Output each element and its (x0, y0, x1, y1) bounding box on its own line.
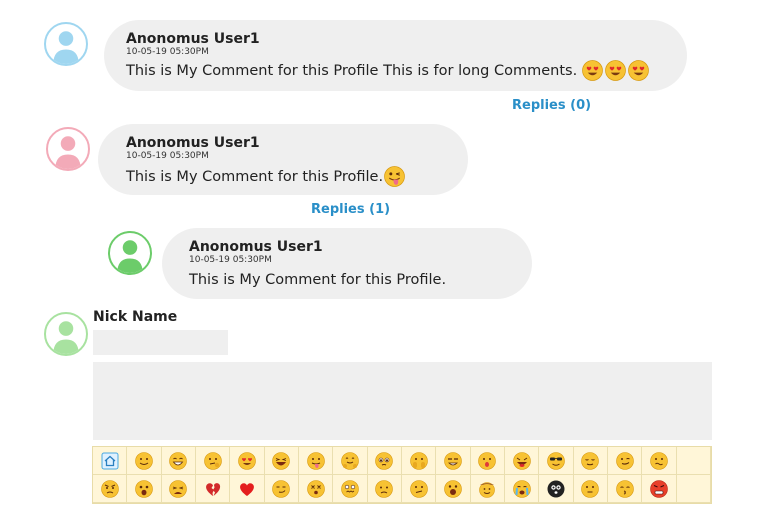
tongue-emoji-icon[interactable] (298, 447, 334, 475)
open-mouth-emoji-icon[interactable] (436, 475, 471, 503)
heart-eyes-emoji-icon (605, 60, 627, 81)
avatar (44, 22, 88, 66)
reply-text: This is My Comment for this Profile. (189, 272, 447, 288)
wink-emoji-icon[interactable] (607, 447, 643, 475)
user-silhouette-icon (53, 31, 79, 64)
comment-text-row: This is My Comment for this Profile This… (126, 60, 650, 81)
home-icon[interactable] (93, 447, 128, 475)
confused-emoji-icon[interactable] (401, 475, 437, 503)
thinking-emoji-icon[interactable] (195, 447, 231, 475)
comment-text-row: This is My Comment for this Profile. (126, 166, 405, 187)
heart-eyes-emoji-icon (628, 60, 650, 81)
neutral-emoji-icon[interactable] (573, 475, 608, 503)
avatar (108, 231, 152, 275)
heart-eyes-emoji-icon[interactable] (230, 447, 265, 475)
reply-author: Anonomus User1 (189, 239, 323, 255)
sunglasses-emoji-icon[interactable] (539, 447, 574, 475)
red-heart-icon[interactable] (230, 475, 265, 503)
relieved-emoji-icon[interactable] (573, 447, 608, 475)
ghost-emoji-icon[interactable] (539, 475, 574, 503)
laughing-emoji-icon[interactable] (264, 447, 299, 475)
empty-cell (676, 447, 711, 475)
reply-timestamp: 10-05-19 05:30PM (189, 255, 272, 265)
hush-emoji-icon[interactable] (642, 447, 677, 475)
user-silhouette-icon (53, 321, 79, 354)
nauseated-emoji-icon[interactable] (333, 475, 368, 503)
grin-emoji-icon[interactable] (161, 447, 196, 475)
broken-heart-icon[interactable] (195, 475, 231, 503)
surprised-emoji-icon[interactable] (470, 447, 505, 475)
cowboy-emoji-icon[interactable] (470, 475, 505, 503)
pleading-emoji-icon[interactable] (367, 447, 402, 475)
comment-text: This is My Comment for this Profile. (126, 168, 384, 185)
replies-link[interactable]: Replies (1) (311, 202, 390, 217)
angry-emoji-icon[interactable] (93, 475, 128, 503)
shocked-emoji-icon[interactable] (127, 475, 162, 503)
star-struck-emoji-icon[interactable] (436, 447, 471, 475)
comment-textarea[interactable] (93, 362, 712, 440)
comment-timestamp: 10-05-19 05:30PM (126, 151, 209, 161)
nick-name-label: Nick Name (93, 309, 178, 325)
comment-timestamp: 10-05-19 05:30PM (126, 47, 209, 57)
smile-emoji-icon[interactable] (127, 447, 162, 475)
tired-emoji-icon[interactable] (161, 475, 196, 503)
nick-name-input[interactable] (93, 330, 228, 355)
avatar (46, 127, 90, 171)
emoji-palette (92, 446, 712, 504)
hug-emoji-icon[interactable] (333, 447, 368, 475)
raised-hands-emoji-icon[interactable] (401, 447, 437, 475)
heart-eyes-emoji-icon (582, 60, 604, 81)
dizzy-emoji-icon[interactable] (298, 475, 334, 503)
user-silhouette-icon (117, 240, 143, 273)
kiss-emoji-icon[interactable] (607, 475, 643, 503)
replies-link[interactable]: Replies (0) (512, 98, 591, 113)
tongue-red-emoji-icon[interactable] (504, 447, 540, 475)
worried-emoji-icon[interactable] (367, 475, 402, 503)
crying-emoji-icon[interactable] (504, 475, 540, 503)
comment-author: Anonomus User1 (126, 31, 260, 47)
comment-author: Anonomus User1 (126, 135, 260, 151)
comment-text: This is My Comment for this Profile This… (126, 62, 578, 79)
user-silhouette-icon (55, 136, 81, 169)
empty-cell (676, 475, 711, 503)
rage-emoji-icon[interactable] (642, 475, 677, 503)
composer-avatar (44, 312, 88, 356)
smirk-emoji-icon[interactable] (264, 475, 299, 503)
tongue-wink-emoji-icon (384, 166, 405, 187)
